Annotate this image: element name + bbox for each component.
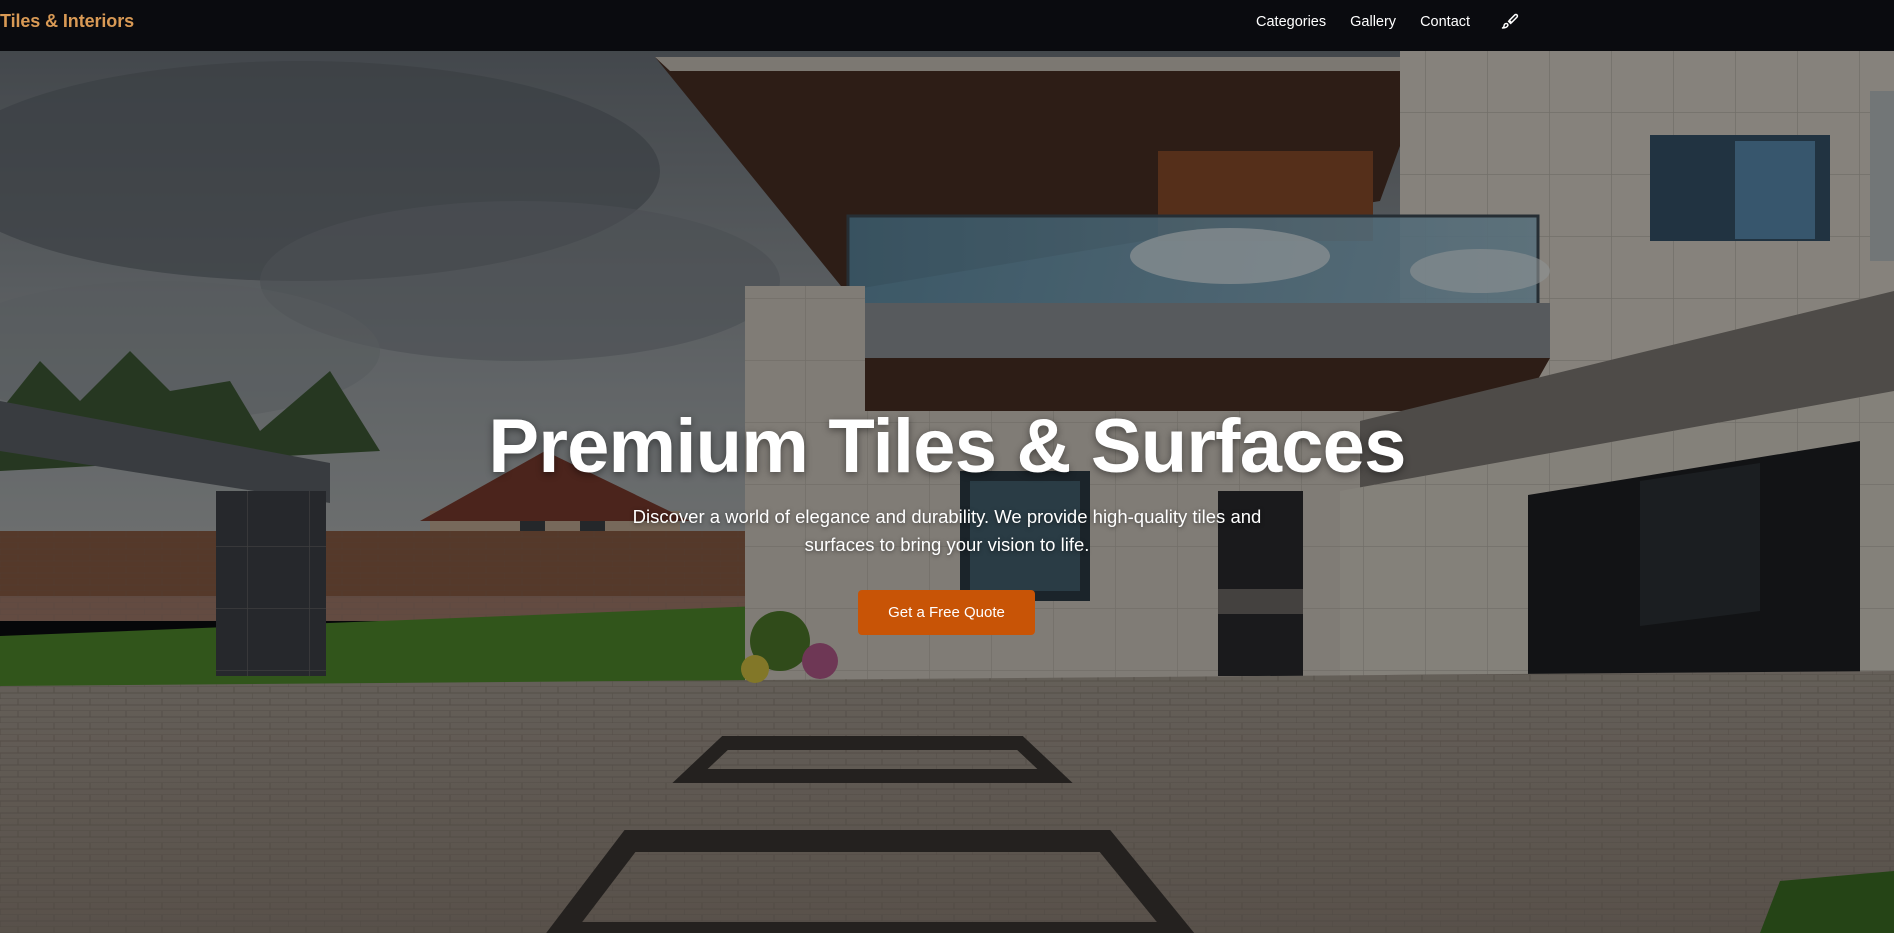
nav-link-gallery[interactable]: Gallery: [1350, 14, 1396, 30]
top-navbar: Tiles & Interiors Categories Gallery Con…: [0, 0, 1894, 51]
nav-link-categories[interactable]: Categories: [1256, 14, 1326, 30]
get-quote-button[interactable]: Get a Free Quote: [858, 590, 1035, 635]
nav-link-contact[interactable]: Contact: [1420, 14, 1470, 30]
hero-subtitle: Discover a world of elegance and durabil…: [632, 506, 1262, 555]
hero-content: Premium Tiles & Surfaces Discover a worl…: [0, 51, 1894, 933]
brand-logo[interactable]: Tiles & Interiors: [0, 11, 134, 32]
paintbrush-icon[interactable]: [1501, 13, 1519, 31]
hero-section: Premium Tiles & Surfaces Discover a worl…: [0, 51, 1894, 933]
nav-links: Categories Gallery Contact: [1256, 14, 1470, 30]
hero-title: Premium Tiles & Surfaces: [488, 404, 1406, 489]
